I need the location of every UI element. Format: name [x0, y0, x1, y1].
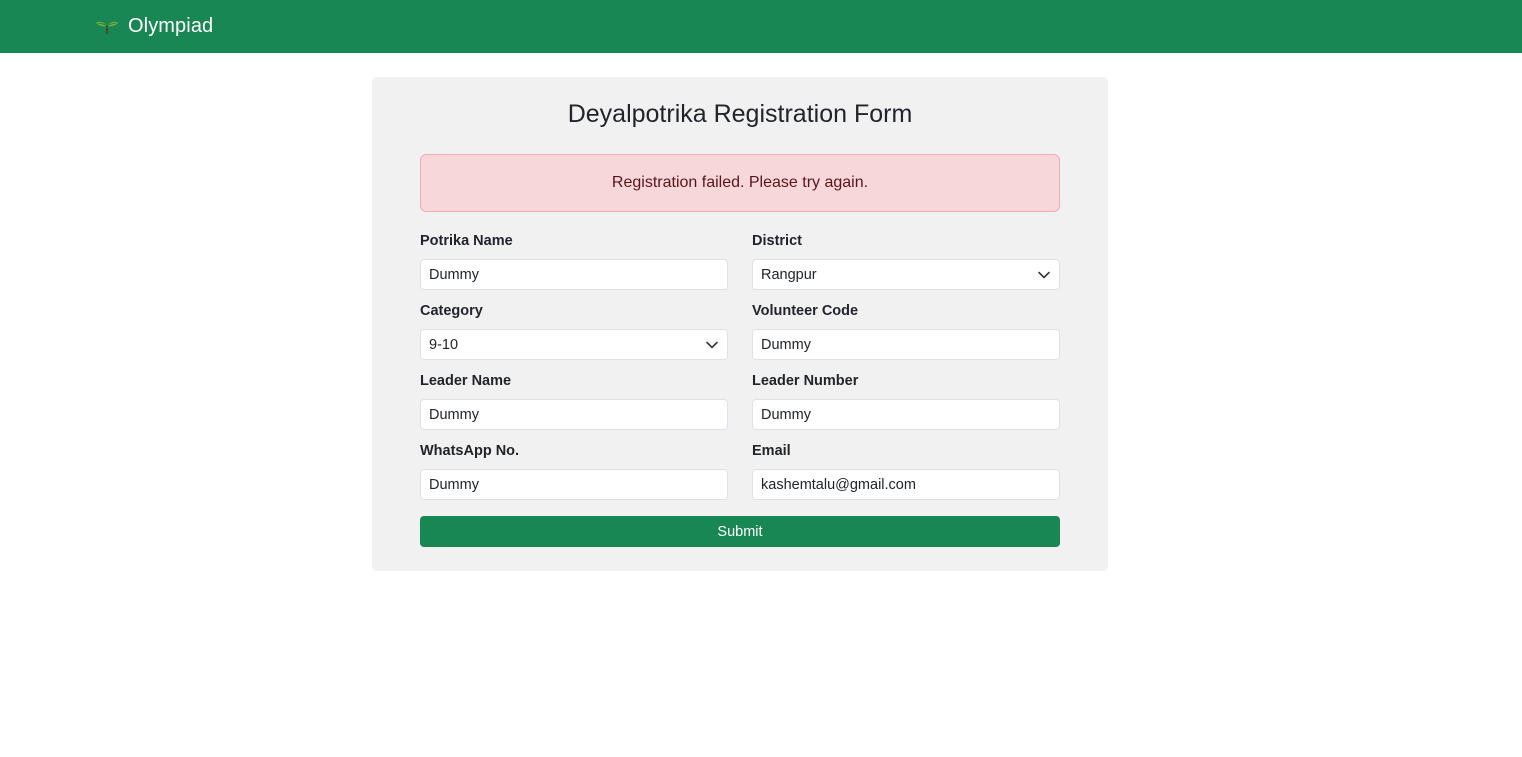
- error-alert: Registration failed. Please try again.: [420, 154, 1060, 212]
- category-value: 9-10: [429, 336, 459, 353]
- email-label: Email: [752, 443, 791, 459]
- alert-message: Registration failed. Please try again.: [611, 174, 869, 191]
- category-label: Category: [420, 303, 483, 319]
- sprout-icon: [95, 17, 119, 35]
- leader-name-input[interactable]: Dummy: [420, 399, 728, 430]
- chevron-down-icon: [705, 338, 719, 352]
- whatsapp-input[interactable]: Dummy: [420, 469, 728, 500]
- brand-text: Olympiad: [128, 14, 214, 37]
- potrika-name-input[interactable]: Dummy: [420, 259, 728, 290]
- potrika-name-label: Potrika Name: [420, 233, 513, 249]
- leader-number-input[interactable]: Dummy: [752, 399, 1060, 430]
- leader-name-value: Dummy: [429, 406, 479, 423]
- district-select[interactable]: Rangpur: [752, 259, 1060, 290]
- leader-number-value: Dummy: [761, 406, 811, 423]
- chevron-down-icon: [1037, 268, 1051, 282]
- top-navbar: Olympiad: [0, 0, 1522, 53]
- leader-name-label: Leader Name: [420, 373, 512, 389]
- email-value: kashemtalu@gmail.com: [761, 476, 916, 493]
- category-select[interactable]: 9-10: [420, 329, 728, 360]
- district-label: District: [752, 233, 802, 249]
- whatsapp-label: WhatsApp No.: [420, 443, 520, 459]
- volunteer-code-value: Dummy: [761, 336, 811, 353]
- potrika-name-value: Dummy: [429, 266, 479, 283]
- whatsapp-value: Dummy: [429, 476, 479, 493]
- district-value: Rangpur: [761, 266, 817, 283]
- submit-button[interactable]: Submit: [420, 516, 1060, 547]
- leader-number-label: Leader Number: [752, 373, 859, 389]
- form-title: Deyalpotrika Registration Form: [567, 100, 913, 128]
- brand-link[interactable]: Olympiad: [95, 12, 213, 40]
- volunteer-code-label: Volunteer Code: [752, 303, 859, 319]
- volunteer-code-input[interactable]: Dummy: [752, 329, 1060, 360]
- email-input[interactable]: kashemtalu@gmail.com: [752, 469, 1060, 500]
